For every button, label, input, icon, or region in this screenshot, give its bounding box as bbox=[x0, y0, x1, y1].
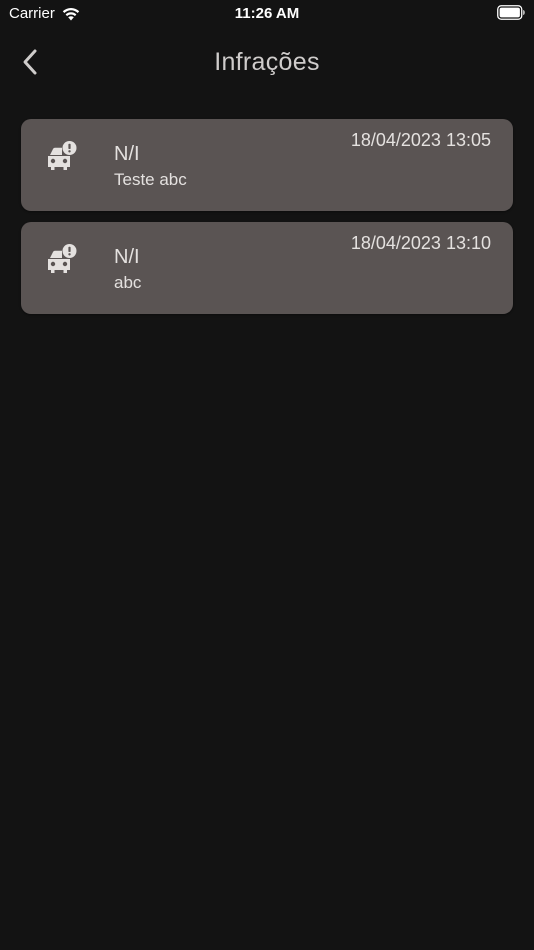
infraction-item[interactable]: N/I abc 18/04/2023 13:10 bbox=[21, 222, 513, 314]
infraction-list: N/I Teste abc 18/04/2023 13:05 N/I abc 1… bbox=[21, 119, 513, 325]
infraction-description: Teste abc bbox=[114, 170, 187, 189]
status-bar: Carrier 11:26 AM bbox=[0, 0, 534, 28]
car-alert-icon bbox=[48, 244, 77, 273]
status-time: 11:26 AM bbox=[234, 5, 300, 22]
infraction-description: abc bbox=[114, 273, 142, 292]
page-title: Infrações bbox=[214, 48, 320, 76]
infraction-item[interactable]: N/I Teste abc 18/04/2023 13:05 bbox=[21, 119, 513, 211]
navigation-bar: Infrações bbox=[0, 36, 534, 88]
infraction-title: N/I bbox=[114, 246, 140, 268]
car-alert-icon bbox=[48, 141, 77, 170]
battery-icon bbox=[497, 5, 525, 20]
infraction-title: N/I bbox=[114, 143, 140, 165]
infraction-datetime: 18/04/2023 13:10 bbox=[350, 233, 491, 253]
infraction-datetime: 18/04/2023 13:05 bbox=[350, 130, 491, 150]
